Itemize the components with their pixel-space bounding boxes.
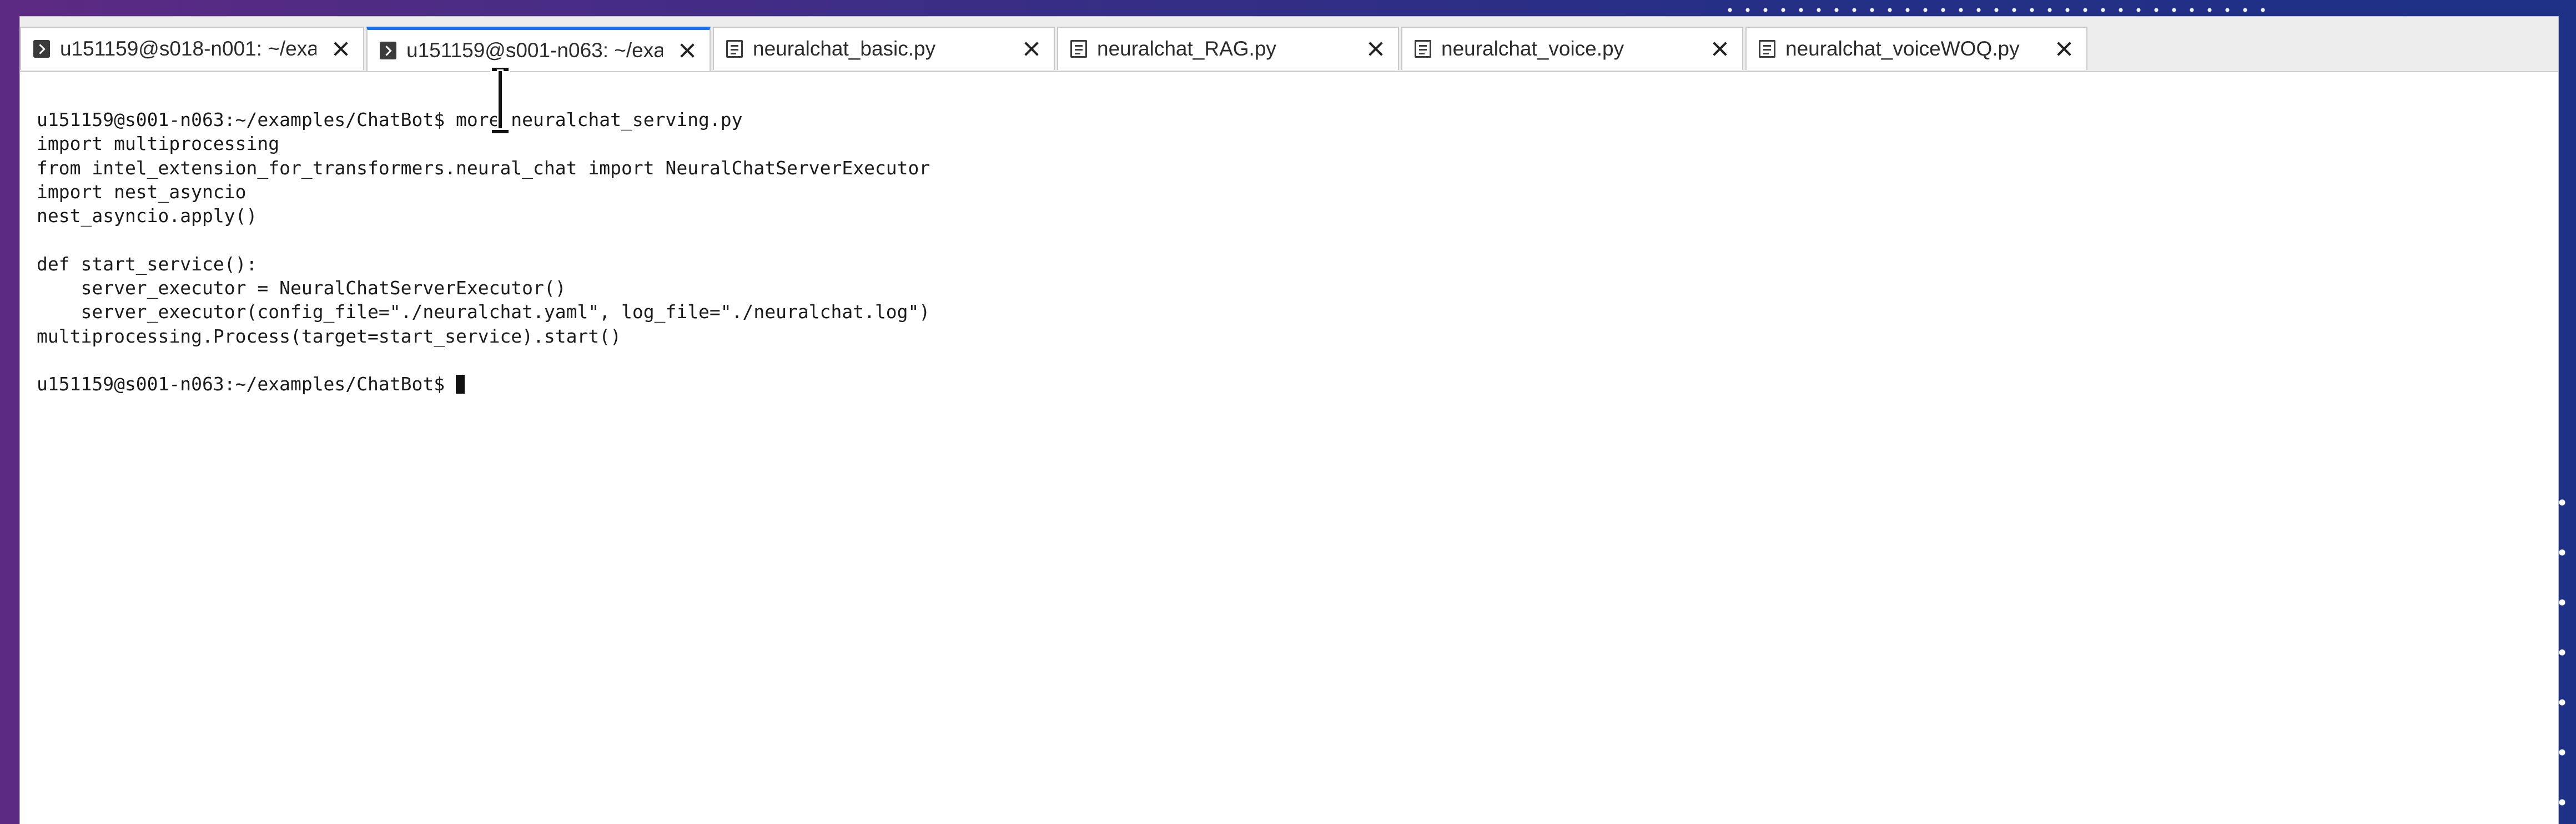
tab-label: neuralchat_basic.py [753, 37, 936, 60]
tab-neuralchat-rag[interactable]: neuralchat_RAG.py [1057, 27, 1399, 70]
file-icon [1415, 40, 1431, 58]
tab-label: u151159@s001-n063: ~/exai [406, 39, 663, 62]
terminal-output[interactable]: u151159@s001-n063:~/examples/ChatBot$ mo… [20, 72, 2558, 824]
close-icon[interactable] [2052, 37, 2076, 61]
tab-label: neuralchat_voice.py [1441, 37, 1624, 60]
terminal-line: server_executor(config_file="./neuralcha… [37, 301, 930, 323]
tab-terminal-s018[interactable]: u151159@s018-n001: ~/exai [20, 27, 364, 70]
close-icon[interactable] [675, 38, 700, 63]
terminal-text: u151159@s001-n063:~/examples/ChatBot$ mo… [37, 108, 930, 396]
file-icon [1070, 40, 1087, 58]
tab-bar: u151159@s018-n001: ~/exai u151159@s001-n… [20, 17, 2558, 72]
terminal-line: multiprocessing.Process(target=start_ser… [37, 325, 621, 347]
ibeam-stem [499, 71, 502, 130]
terminal-line: from intel_extension_for_transformers.ne… [37, 157, 930, 179]
desktop-dots-decoration [1721, 8, 2276, 12]
text-cursor [455, 375, 465, 394]
tab-list: u151159@s018-n001: ~/exai u151159@s001-n… [20, 27, 2090, 71]
terminal-line: import multiprocessing [37, 133, 280, 155]
terminal-prompt-line: u151159@s001-n063:~/examples/ChatBot$ [37, 372, 930, 396]
tab-neuralchat-voicewoq[interactable]: neuralchat_voiceWOQ.py [1745, 27, 2087, 70]
terminal-prompt: u151159@s001-n063:~/examples/ChatBot$ [37, 373, 456, 395]
desktop-side-dots-decoration [2558, 478, 2566, 811]
tab-neuralchat-basic[interactable]: neuralchat_basic.py [713, 27, 1055, 70]
close-icon[interactable] [329, 37, 353, 61]
close-icon[interactable] [1019, 37, 1044, 61]
terminal-icon [33, 40, 50, 58]
close-icon[interactable] [1364, 37, 1388, 61]
tab-label: neuralchat_voiceWOQ.py [1785, 37, 2020, 60]
tab-terminal-s001[interactable]: u151159@s001-n063: ~/exai [366, 27, 711, 71]
ibeam-cap-bottom [492, 130, 509, 133]
tab-neuralchat-voice[interactable]: neuralchat_voice.py [1401, 27, 1743, 70]
jupyter-window: u151159@s018-n001: ~/exai u151159@s001-n… [20, 17, 2558, 824]
terminal-line: server_executor = NeuralChatServerExecut… [37, 277, 566, 299]
terminal-line: import nest_asyncio [37, 180, 246, 203]
terminal-icon [380, 42, 396, 59]
close-icon[interactable] [1708, 37, 1732, 61]
terminal-line: nest_asyncio.apply() [37, 205, 258, 227]
ibeam-cursor-icon [492, 68, 509, 133]
tab-label: neuralchat_RAG.py [1097, 37, 1276, 60]
file-icon [1759, 40, 1775, 58]
terminal-line: def start_service(): [37, 253, 258, 275]
tab-label: u151159@s018-n001: ~/exai [60, 37, 316, 60]
terminal-line: u151159@s001-n063:~/examples/ChatBot$ mo… [37, 109, 743, 130]
file-icon [726, 40, 743, 58]
